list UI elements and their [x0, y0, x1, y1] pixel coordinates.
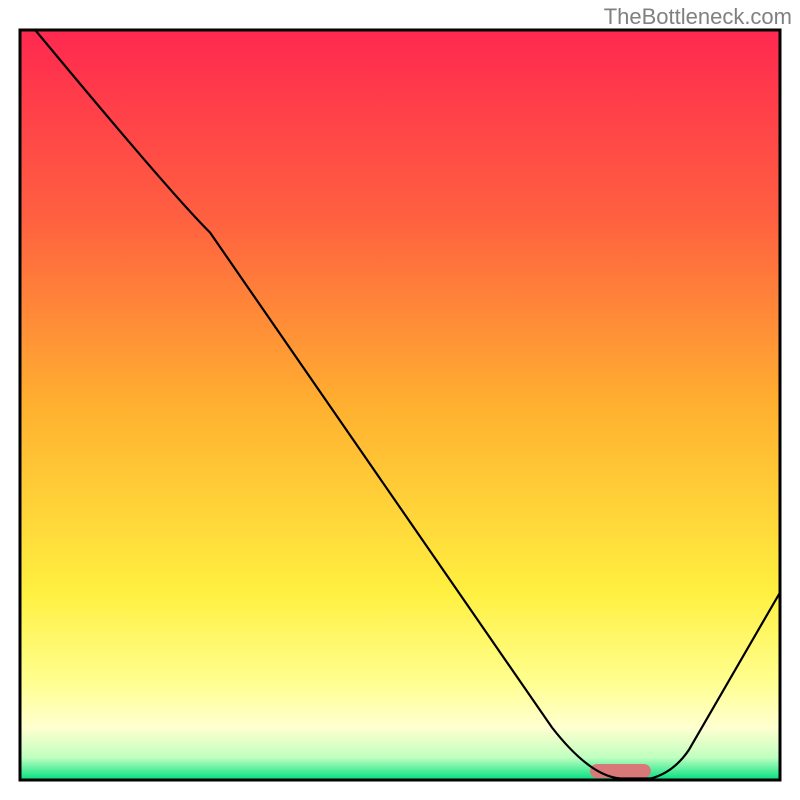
watermark-text: TheBottleneck.com — [604, 4, 792, 30]
chart-container: TheBottleneck.com — [0, 0, 800, 800]
bottleneck-chart — [0, 0, 800, 800]
gradient-background — [20, 30, 780, 780]
